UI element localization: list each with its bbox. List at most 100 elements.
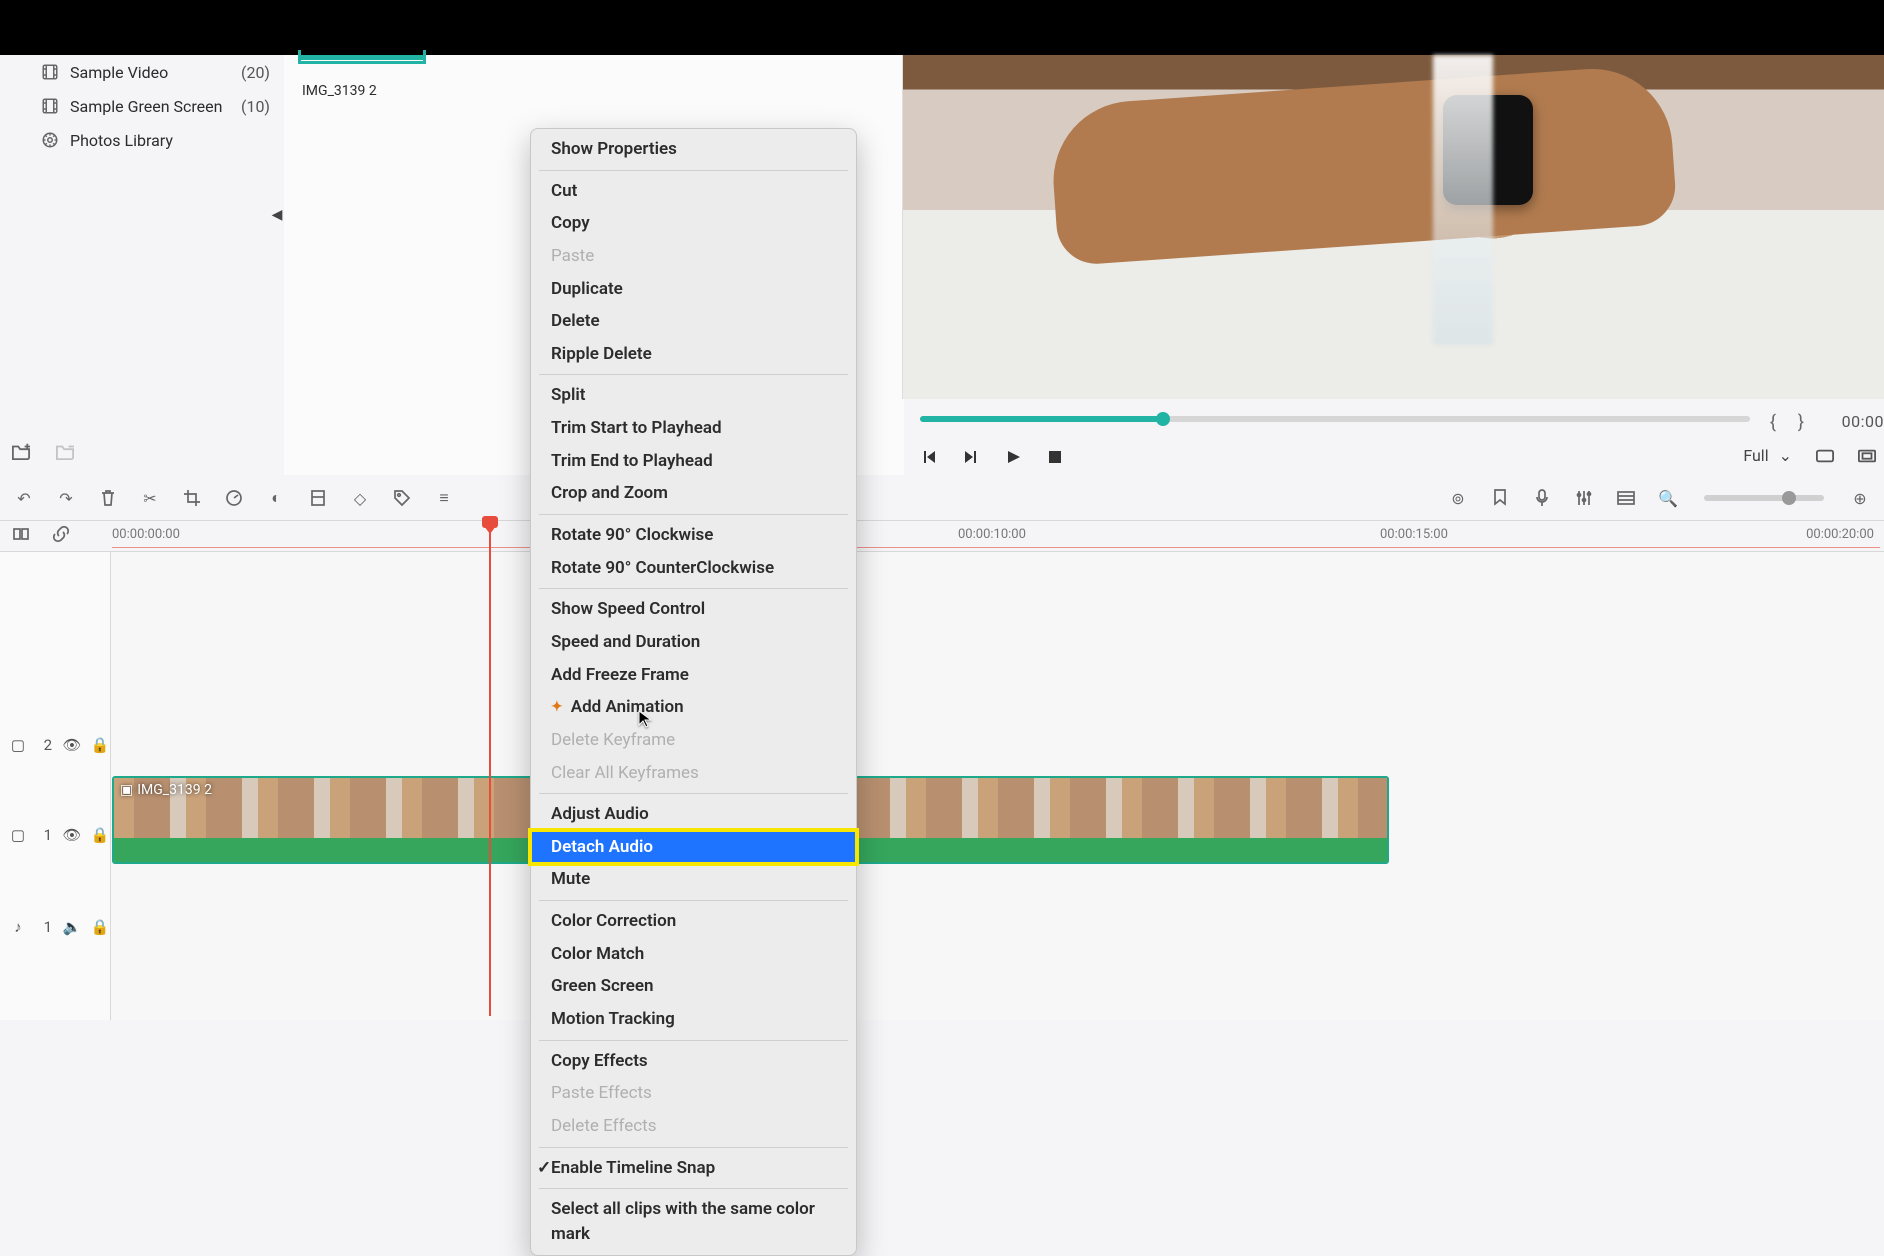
zoom-slider[interactable] <box>1704 495 1824 501</box>
link-button[interactable] <box>52 525 70 547</box>
timeline-playhead[interactable] <box>489 518 491 1016</box>
context-menu-item-paste-effects: Paste Effects <box>531 1077 856 1110</box>
context-menu-item-delete[interactable]: Delete <box>531 305 856 338</box>
mark-out-button[interactable]: } <box>1798 412 1804 433</box>
menu-button[interactable]: ≡ <box>434 488 454 508</box>
step-back-button[interactable] <box>920 448 938 466</box>
window-titlebar-black <box>0 0 1884 55</box>
zoom-fit-button[interactable]: ⊕ <box>1850 488 1870 508</box>
sidebar-collapse-button[interactable]: ◀ <box>271 207 283 223</box>
new-folder-button[interactable] <box>10 440 32 462</box>
delete-folder-button[interactable] <box>54 440 76 462</box>
check-icon: ✓ <box>537 1156 551 1181</box>
menu-separator <box>539 170 848 171</box>
context-menu-item-copy-effects[interactable]: Copy Effects <box>531 1045 856 1078</box>
marker-button[interactable] <box>1490 488 1510 508</box>
context-menu-item-mute[interactable]: Mute <box>531 863 856 896</box>
menu-item-label: Mute <box>551 867 590 892</box>
context-menu-item-adjust-audio[interactable]: Adjust Audio <box>531 798 856 831</box>
menu-item-label: Color Correction <box>551 909 676 934</box>
context-menu-item-select-all-clips-with-the-same-color-mark[interactable]: Select all clips with the same color mar… <box>531 1193 856 1250</box>
clip-name: IMG_3139 2 <box>137 782 212 798</box>
mute-toggle[interactable]: 🔈 <box>64 919 80 935</box>
context-menu-item-detach-audio[interactable]: Detach Audio <box>531 831 856 864</box>
context-menu-item-enable-timeline-snap[interactable]: ✓Enable Timeline Snap <box>531 1152 856 1185</box>
timeline-tracks[interactable]: ▢ 2 👁 🔒 ▢ 1 👁 🔒 ♪ 1 🔈 🔒 ▣ IMG_3139 2 <box>0 552 1884 1020</box>
preview-quality-value: Full <box>1743 446 1768 465</box>
sidebar-item-photos-library[interactable]: Photos Library <box>0 123 284 157</box>
context-menu-item-add-animation[interactable]: ✦Add Animation <box>531 691 856 724</box>
track-number: 1 <box>38 826 52 844</box>
fullscreen-button[interactable] <box>1858 447 1876 465</box>
context-menu-item-add-freeze-frame[interactable]: Add Freeze Frame <box>531 659 856 692</box>
context-menu-item-motion-tracking[interactable]: Motion Tracking <box>531 1003 856 1036</box>
context-menu-item-ripple-delete[interactable]: Ripple Delete <box>531 338 856 371</box>
menu-item-label: Green Screen <box>551 974 654 999</box>
track-manager-button[interactable] <box>1616 488 1636 508</box>
lock-toggle[interactable]: 🔒 <box>92 919 108 935</box>
menu-item-label: Add Freeze Frame <box>551 663 689 688</box>
preview-quality-select[interactable]: Full ⌄ <box>1743 446 1792 465</box>
sidebar-item-sample-video[interactable]: Sample Video (20) <box>0 55 284 89</box>
split-button[interactable]: ✂ <box>140 488 160 508</box>
speed-button[interactable] <box>224 488 244 508</box>
context-menu-item-rotate-90-counterclockwise[interactable]: Rotate 90° CounterClockwise <box>531 552 856 585</box>
preview-scrubber-handle[interactable] <box>1156 412 1170 426</box>
context-menu-item-speed-and-duration[interactable]: Speed and Duration <box>531 626 856 659</box>
stop-button[interactable] <box>1046 448 1064 466</box>
keyframe-button[interactable]: ◇ <box>350 488 370 508</box>
context-menu-item-trim-start-to-playhead[interactable]: Trim Start to Playhead <box>531 412 856 445</box>
zoom-out-button[interactable]: 🔍 <box>1658 488 1678 508</box>
undo-button[interactable]: ↶ <box>14 488 34 508</box>
tag-button[interactable] <box>392 488 412 508</box>
menu-item-label: Select all clips with the same color mar… <box>551 1197 844 1246</box>
context-menu-item-copy[interactable]: Copy <box>531 207 856 240</box>
track-header-video-1[interactable]: ▢ 1 👁 🔒 <box>0 808 120 862</box>
visibility-toggle[interactable]: 👁 <box>64 737 80 753</box>
film-icon <box>40 62 60 82</box>
timeline-ruler[interactable]: 00:00:00:00 00:00:10:00 00:00:15:00 00:0… <box>0 520 1884 552</box>
lock-toggle[interactable]: 🔒 <box>92 737 108 753</box>
playhead-handle[interactable] <box>482 516 498 528</box>
context-menu-item-duplicate[interactable]: Duplicate <box>531 273 856 306</box>
context-menu-item-green-screen[interactable]: Green Screen <box>531 970 856 1003</box>
track-header-audio-1[interactable]: ♪ 1 🔈 🔒 <box>0 900 120 954</box>
delete-button[interactable] <box>98 488 118 508</box>
menu-separator <box>539 514 848 515</box>
context-menu-item-crop-and-zoom[interactable]: Crop and Zoom <box>531 477 856 510</box>
preview-scrubber[interactable] <box>920 416 1750 422</box>
color-grade-button[interactable]: ◐ <box>266 488 286 508</box>
mixer-button[interactable] <box>1574 488 1594 508</box>
track-header-column: ▢ 2 👁 🔒 ▢ 1 👁 🔒 ♪ 1 🔈 🔒 <box>0 552 111 1020</box>
render-button[interactable]: ⊚ <box>1448 488 1468 508</box>
context-menu-item-cut[interactable]: Cut <box>531 175 856 208</box>
visibility-toggle[interactable]: 👁 <box>64 827 80 843</box>
voiceover-button[interactable] <box>1532 488 1552 508</box>
context-menu-item-split[interactable]: Split <box>531 379 856 412</box>
menu-item-label: Crop and Zoom <box>551 481 668 506</box>
ruler-timecode: 00:00:10:00 <box>958 527 1026 542</box>
menu-item-label: Copy Effects <box>551 1049 648 1074</box>
auto-ripple-button[interactable] <box>12 525 30 547</box>
context-menu-item-rotate-90-clockwise[interactable]: Rotate 90° Clockwise <box>531 519 856 552</box>
track-header-video-2[interactable]: ▢ 2 👁 🔒 <box>0 718 120 772</box>
context-menu-item-trim-end-to-playhead[interactable]: Trim End to Playhead <box>531 445 856 478</box>
context-menu-item-show-properties[interactable]: Show Properties <box>531 133 856 166</box>
mark-in-button[interactable]: { <box>1770 412 1776 433</box>
redo-button[interactable]: ↷ <box>56 488 76 508</box>
step-forward-button[interactable] <box>962 448 980 466</box>
context-menu-item-show-speed-control[interactable]: Show Speed Control <box>531 593 856 626</box>
zoom-slider-handle[interactable] <box>1782 491 1796 505</box>
lock-toggle[interactable]: 🔒 <box>92 827 108 843</box>
crop-button[interactable] <box>182 488 202 508</box>
film-icon <box>40 96 60 116</box>
menu-item-label: Trim Start to Playhead <box>551 416 722 441</box>
menu-separator <box>539 588 848 589</box>
sidebar-item-sample-green-screen[interactable]: Sample Green Screen (10) <box>0 89 284 123</box>
context-menu-item-color-correction[interactable]: Color Correction <box>531 905 856 938</box>
menu-item-label: Color Match <box>551 942 644 967</box>
freeze-frame-button[interactable] <box>308 488 328 508</box>
play-button[interactable] <box>1004 448 1022 466</box>
snapshot-button[interactable] <box>1816 447 1834 465</box>
context-menu-item-color-match[interactable]: Color Match <box>531 938 856 971</box>
